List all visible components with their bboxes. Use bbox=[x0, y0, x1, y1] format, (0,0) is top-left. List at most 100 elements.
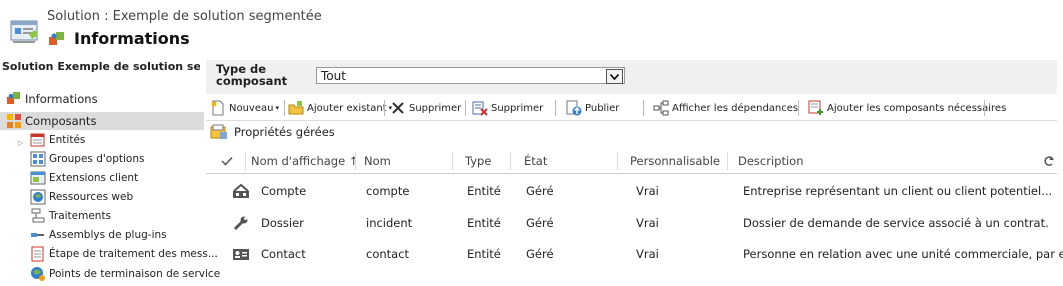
toolbar-separator bbox=[465, 100, 466, 116]
cell-state: Géré bbox=[526, 216, 554, 230]
remove-label: Supprimer bbox=[491, 102, 544, 114]
add-existing-icon bbox=[288, 100, 304, 116]
toolbar-separator bbox=[798, 100, 799, 116]
service-endpoints-icon bbox=[30, 266, 46, 282]
web-resources-icon bbox=[30, 189, 46, 205]
cell-description: Personne en relation avec une unité comm… bbox=[743, 247, 1063, 261]
dependencies-icon bbox=[653, 100, 669, 116]
puzzle-icon bbox=[6, 91, 22, 107]
cell-type: Entité bbox=[467, 216, 501, 230]
column-header-name[interactable]: Nom bbox=[364, 150, 391, 172]
component-type-select[interactable]: Tout bbox=[316, 67, 625, 84]
toolbar-separator bbox=[643, 100, 644, 116]
page-title: Informations bbox=[74, 29, 190, 48]
add-existing-button[interactable]: Ajouter existant ▾ bbox=[288, 99, 392, 117]
sidebar-subitem-label: Étape de traitement des mess... bbox=[49, 248, 218, 260]
cell-type: Entité bbox=[467, 247, 501, 261]
sidebar-item-informations[interactable]: Informations bbox=[0, 90, 204, 108]
add-required-icon bbox=[808, 100, 824, 116]
sidebar-subitem-ressources-web[interactable]: Ressources web bbox=[0, 188, 232, 206]
wrench-icon bbox=[232, 215, 250, 235]
column-separator bbox=[510, 152, 511, 170]
sidebar-subitem-label: Points de terminaison de service bbox=[49, 268, 221, 280]
account-icon bbox=[232, 183, 250, 203]
table-row[interactable]: Compte compte Entité Géré Vrai Entrepris… bbox=[206, 181, 1057, 203]
cell-state: Géré bbox=[526, 247, 554, 261]
option-sets-icon bbox=[30, 151, 46, 167]
sidebar-subitem-etape-traitement[interactable]: Étape de traitement des mess... bbox=[0, 245, 232, 263]
header-divider bbox=[206, 173, 1057, 174]
cell-state: Géré bbox=[526, 184, 554, 198]
column-separator bbox=[355, 152, 356, 170]
add-required-button[interactable]: Ajouter les composants nécessaires bbox=[808, 99, 1006, 117]
column-header-customizable[interactable]: Personnalisable bbox=[630, 150, 720, 172]
column-separator bbox=[617, 152, 618, 170]
select-all-checkbox[interactable] bbox=[221, 150, 233, 172]
sidebar-subitem-entites[interactable]: Entités bbox=[0, 131, 232, 149]
sidebar-subitem-extensions-client[interactable]: Extensions client bbox=[0, 169, 232, 187]
column-header-state[interactable]: État bbox=[524, 150, 547, 172]
cell-customizable: Vrai bbox=[636, 184, 659, 198]
sidebar-subitem-points-terminaison[interactable]: Points de terminaison de service bbox=[0, 265, 232, 283]
publish-button[interactable]: Publier bbox=[566, 99, 619, 117]
sidebar-subitem-label: Extensions client bbox=[49, 172, 139, 184]
publish-icon bbox=[566, 100, 582, 116]
add-existing-label: Ajouter existant bbox=[307, 102, 387, 114]
sidebar-subitem-label: Groupes d'options bbox=[49, 153, 145, 165]
sidebar-title: Solution Exemple de solution segm... bbox=[2, 60, 200, 73]
cell-name: compte bbox=[366, 184, 410, 198]
dropdown-arrow-icon: ▾ bbox=[275, 104, 279, 112]
sidebar-item-label: Composants bbox=[25, 114, 97, 128]
contact-card-icon bbox=[232, 246, 250, 266]
delete-button[interactable]: Supprimer bbox=[390, 99, 461, 117]
message-step-icon bbox=[30, 246, 46, 262]
plugin-assemblies-icon bbox=[30, 227, 46, 243]
sidebar-subitem-label: Entités bbox=[49, 134, 86, 146]
component-type-label: Type de composant bbox=[216, 62, 288, 88]
column-header-description[interactable]: Description bbox=[738, 150, 804, 172]
toolbar-separator bbox=[284, 100, 285, 116]
puzzle-icon bbox=[48, 31, 66, 49]
entities-icon bbox=[30, 132, 46, 148]
sidebar-item-composants[interactable]: Composants bbox=[0, 112, 204, 130]
sidebar-subitem-label: Ressources web bbox=[49, 191, 134, 203]
client-extensions-icon bbox=[30, 170, 46, 186]
sidebar-subitem-assemblys[interactable]: Assemblys de plug-ins bbox=[0, 226, 232, 244]
refresh-icon[interactable] bbox=[1043, 150, 1055, 172]
sidebar-item-label: Informations bbox=[25, 92, 98, 106]
remove-component-button[interactable]: Supprimer bbox=[472, 99, 543, 117]
solution-subtitle: Solution : Exemple de solution segmentée bbox=[47, 9, 322, 24]
column-separator bbox=[245, 152, 246, 170]
column-separator bbox=[452, 152, 453, 170]
add-required-label: Ajouter les composants nécessaires bbox=[827, 102, 1007, 114]
table-row[interactable]: Contact contact Entité Géré Vrai Personn… bbox=[206, 244, 1063, 266]
cell-customizable: Vrai bbox=[636, 216, 659, 230]
sidebar-subitem-label: Traitements bbox=[49, 210, 112, 222]
checkmark-icon bbox=[221, 156, 233, 166]
managed-properties-label: Propriétés gérées bbox=[234, 125, 335, 139]
sidebar-subitem-label: Assemblys de plug-ins bbox=[49, 229, 167, 241]
delete-label: Supprimer bbox=[409, 102, 462, 114]
cell-customizable: Vrai bbox=[636, 247, 659, 261]
column-header-display-name[interactable]: Nom d'affichage ↑ bbox=[251, 150, 358, 172]
cell-description: Dossier de demande de service associé à … bbox=[743, 216, 1049, 230]
cell-display: Contact bbox=[261, 247, 306, 261]
cell-name: incident bbox=[366, 216, 413, 230]
chevron-down-icon[interactable] bbox=[606, 69, 623, 84]
table-row[interactable]: Dossier incident Entité Géré Vrai Dossie… bbox=[206, 213, 1057, 235]
show-dependencies-button[interactable]: Afficher les dépendances bbox=[653, 99, 798, 117]
cell-description: Entreprise représentant un client ou cli… bbox=[743, 184, 1053, 198]
cell-name: contact bbox=[366, 247, 410, 261]
cell-display: Dossier bbox=[261, 216, 304, 230]
column-separator bbox=[727, 152, 728, 170]
processes-icon bbox=[30, 208, 46, 224]
show-dependencies-label: Afficher les dépendances bbox=[672, 102, 799, 114]
new-button[interactable]: Nouveau ▾ bbox=[210, 99, 279, 117]
new-document-icon bbox=[210, 100, 226, 116]
toolbar: Nouveau ▾ Ajouter existant ▾ Supprimer S… bbox=[206, 96, 1057, 121]
sidebar-subitem-groupes-options[interactable]: Groupes d'options bbox=[0, 150, 232, 168]
column-header-type[interactable]: Type bbox=[465, 150, 491, 172]
new-button-label: Nouveau bbox=[229, 102, 274, 114]
sidebar-subitem-traitements[interactable]: Traitements bbox=[0, 207, 232, 225]
managed-properties-button[interactable]: Propriétés gérées bbox=[210, 123, 335, 141]
